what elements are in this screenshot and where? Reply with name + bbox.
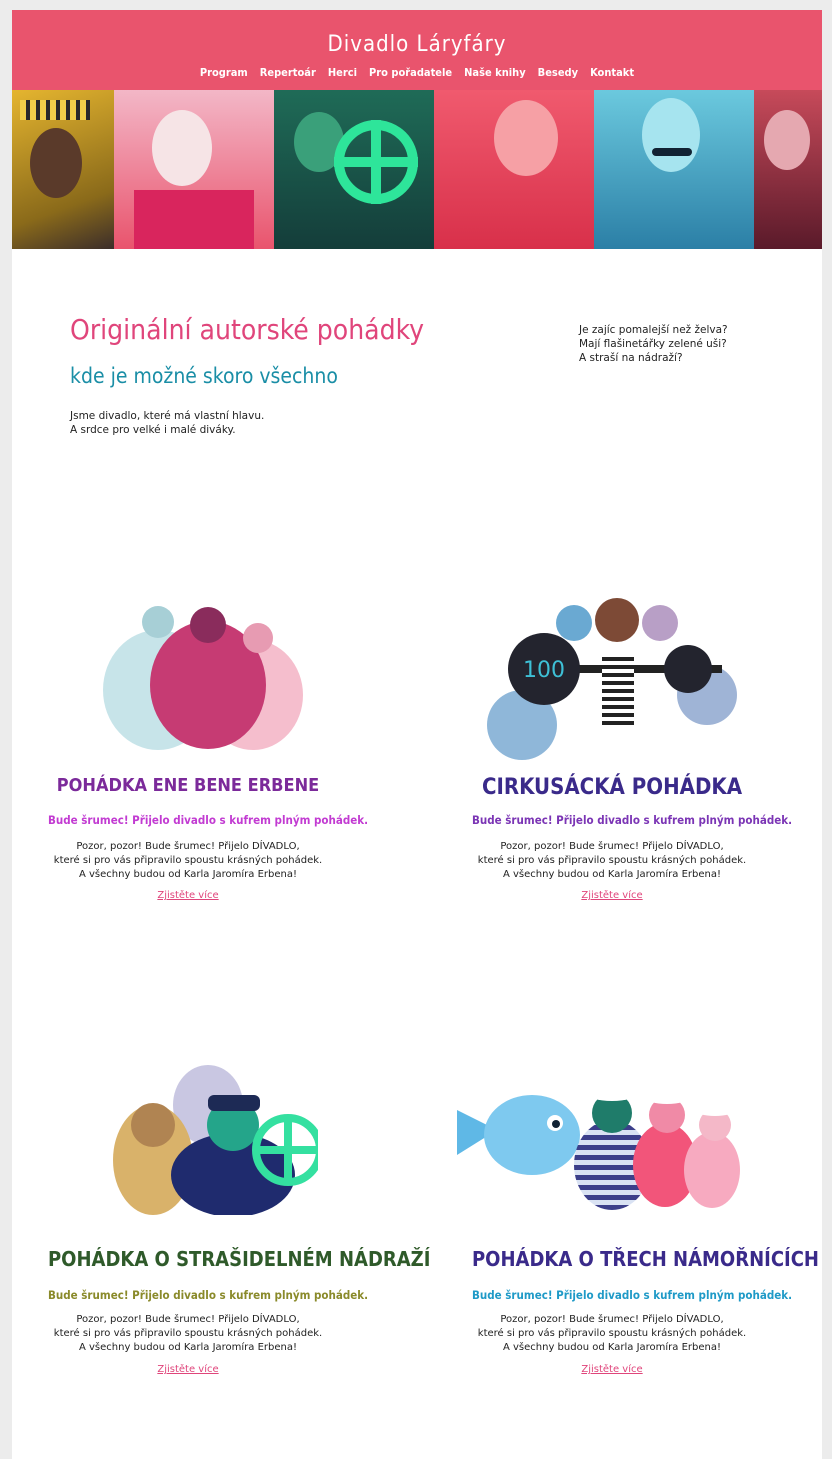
nav-kontakt[interactable]: Kontakt xyxy=(590,66,634,79)
banner-photo-6 xyxy=(754,90,822,249)
show-illustration[interactable]: 100 xyxy=(482,585,742,765)
banner-photo-3 xyxy=(274,90,434,249)
nav-besedy[interactable]: Besedy xyxy=(538,66,578,79)
show-card-cirkusacka: 100 CIRKUSÁCKÁ POHÁDKA Bude šrumec! Přij… xyxy=(472,570,793,910)
show-description-line: Pozor, pozor! Bude šrumec! Přijelo DÍVAD… xyxy=(76,1314,300,1325)
show-description-line: A všechny budou od Karla Jaromíra Erbena… xyxy=(502,869,722,880)
page: Divadlo Láryfáry Program Repertoár Herci… xyxy=(12,10,822,1459)
show-description-line: které si pro vás připravilo spoustu krás… xyxy=(53,1328,323,1339)
show-description: Pozor, pozor! Bude šrumec! Přijelo DÍVAD… xyxy=(48,1313,328,1355)
show-description: Pozor, pozor! Bude šrumec! Přijelo DÍVAD… xyxy=(48,840,328,882)
site-header: Divadlo Láryfáry Program Repertoár Herci… xyxy=(12,10,822,90)
intro-side-text: Je zajíc pomalejší než želva? Mají flaši… xyxy=(579,323,728,365)
main-nav: Program Repertoár Herci Pro pořadatele N… xyxy=(12,66,822,79)
show-tagline: Bude šrumec! Přijelo divadlo s kufrem pl… xyxy=(48,1288,369,1302)
show-description: Pozor, pozor! Bude šrumec! Přijelo DÍVAD… xyxy=(472,1313,752,1355)
intro-text-line: A srdce pro velké i malé diváky. xyxy=(70,424,236,436)
show-description: Pozor, pozor! Bude šrumec! Přijelo DÍVAD… xyxy=(472,840,752,882)
nav-nase-knihy[interactable]: Naše knihy xyxy=(464,66,526,79)
show-more-link[interactable]: Zjistěte více xyxy=(48,1364,328,1375)
show-more-link[interactable]: Zjistěte více xyxy=(472,890,752,901)
intro-text: Jsme divadlo, které má vlastní hlavu. A … xyxy=(70,409,264,437)
show-description-line: které si pro vás připravilo spoustu krás… xyxy=(477,1328,747,1339)
banner-photo-4 xyxy=(434,90,594,249)
show-description-line: A všechny budou od Karla Jaromíra Erbena… xyxy=(502,1342,722,1353)
banner-photo-2 xyxy=(114,90,274,249)
show-description-line: A všechny budou od Karla Jaromíra Erbena… xyxy=(78,869,298,880)
show-card-nadrazi: POHÁDKA O STRAŠIDELNÉM NÁDRAŽÍ Bude šrum… xyxy=(48,1040,430,1380)
nav-repertoar[interactable]: Repertoár xyxy=(260,66,316,79)
show-title[interactable]: POHÁDKA O TŘECH NÁMOŘNÍCÍCH xyxy=(472,1247,819,1271)
show-description-line: Pozor, pozor! Bude šrumec! Přijelo DÍVAD… xyxy=(500,841,724,852)
show-illustration[interactable] xyxy=(98,580,308,750)
show-description-line: Pozor, pozor! Bude šrumec! Přijelo DÍVAD… xyxy=(76,841,300,852)
show-description-line: Pozor, pozor! Bude šrumec! Přijelo DÍVAD… xyxy=(500,1314,724,1325)
show-illustration[interactable] xyxy=(457,1055,747,1220)
show-more-link[interactable]: Zjistěte více xyxy=(472,1364,752,1375)
side-text-line: A straší na nádraží? xyxy=(579,352,683,364)
nav-pro-poradatele[interactable]: Pro pořadatele xyxy=(369,66,452,79)
show-title[interactable]: POHÁDKA ENE BENE ERBENE xyxy=(48,775,328,796)
actors-banner xyxy=(12,90,822,249)
show-description-line: které si pro vás připravilo spoustu krás… xyxy=(477,855,747,866)
show-illustration[interactable] xyxy=(108,1050,318,1215)
show-description-line: které si pro vás připravilo spoustu krás… xyxy=(53,855,323,866)
svg-text:100: 100 xyxy=(523,658,565,683)
intro-heading: Originální autorské pohádky xyxy=(70,313,425,346)
site-title[interactable]: Divadlo Láryfáry xyxy=(12,32,822,57)
banner-photo-1 xyxy=(12,90,114,249)
side-text-line: Je zajíc pomalejší než želva? xyxy=(579,324,728,336)
intro-text-line: Jsme divadlo, které má vlastní hlavu. xyxy=(70,410,265,422)
show-description-line: A všechny budou od Karla Jaromíra Erbena… xyxy=(78,1342,298,1353)
nav-herci[interactable]: Herci xyxy=(328,66,357,79)
show-card-namornici: POHÁDKA O TŘECH NÁMOŘNÍCÍCH Bude šrumec!… xyxy=(457,1040,819,1380)
show-more-link[interactable]: Zjistěte více xyxy=(48,890,328,901)
side-text-line: Mají flašinetářky zelené uši? xyxy=(579,338,727,350)
show-tagline: Bude šrumec! Přijelo divadlo s kufrem pl… xyxy=(48,813,369,827)
banner-photo-5 xyxy=(594,90,754,249)
show-title[interactable]: CIRKUSÁCKÁ POHÁDKA xyxy=(472,775,752,800)
show-title[interactable]: POHÁDKA O STRAŠIDELNÉM NÁDRAŽÍ xyxy=(48,1247,430,1271)
show-tagline: Bude šrumec! Přijelo divadlo s kufrem pl… xyxy=(472,813,793,827)
show-card-ene-bene: POHÁDKA ENE BENE ERBENE Bude šrumec! Při… xyxy=(48,570,369,910)
intro-subheading: kde je možné skoro všechno xyxy=(70,364,338,388)
nav-program[interactable]: Program xyxy=(200,66,248,79)
show-tagline: Bude šrumec! Přijelo divadlo s kufrem pl… xyxy=(472,1288,793,1302)
